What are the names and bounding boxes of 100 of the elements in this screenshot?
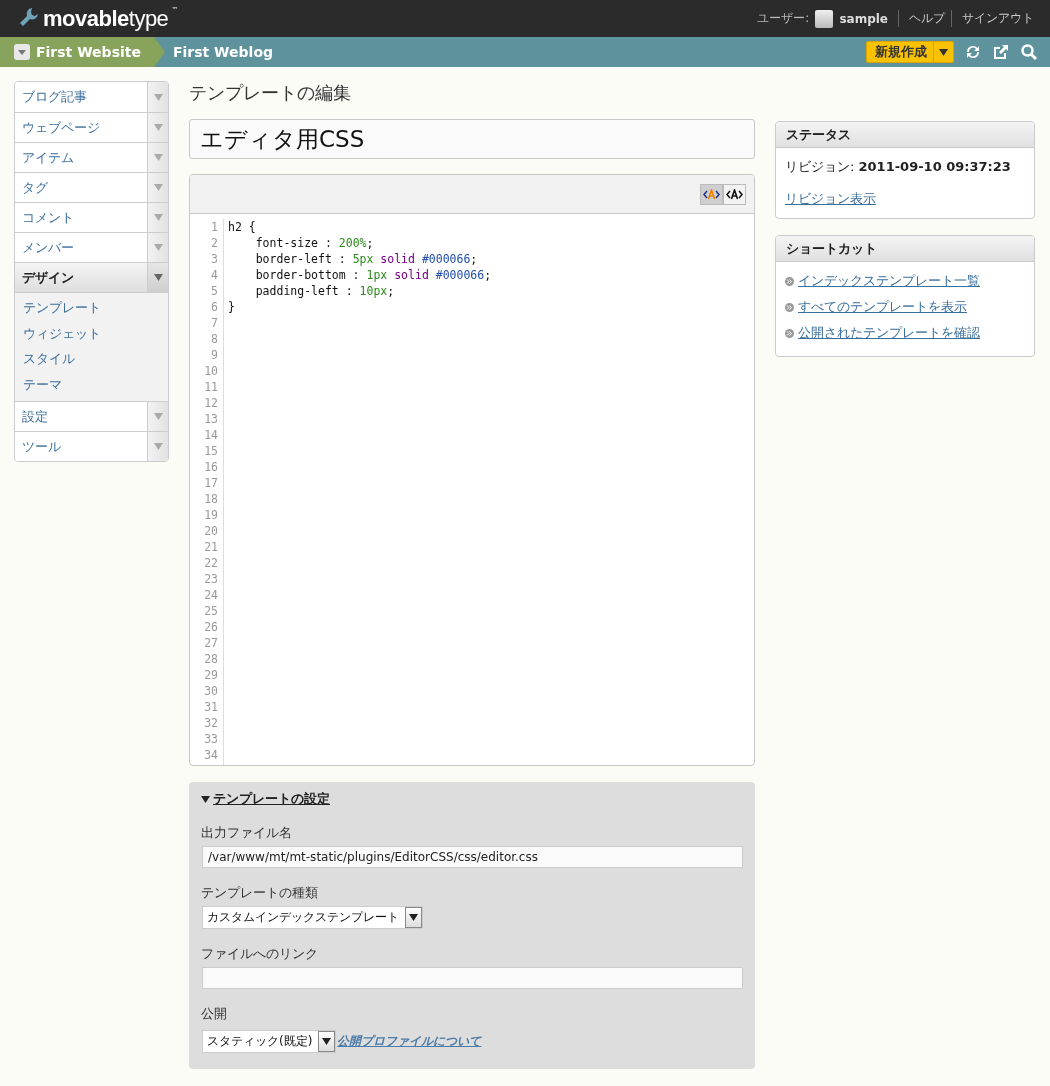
line-number: 31 xyxy=(203,699,218,715)
expand-toggle[interactable] xyxy=(147,113,168,142)
line-number: 4 xyxy=(210,267,218,283)
line-number: 5 xyxy=(210,283,218,299)
caret-icon xyxy=(153,93,163,101)
line-number: 12 xyxy=(203,395,218,411)
caret-icon xyxy=(153,154,163,161)
editor-mode-button[interactable] xyxy=(723,183,746,205)
sidebar-item[interactable]: デザイン xyxy=(15,262,168,292)
line-number: 26 xyxy=(203,619,218,635)
sidebar-item[interactable]: タグ xyxy=(15,172,168,202)
sidebar-subitem[interactable]: ウィジェット xyxy=(15,320,168,346)
line-number: 19 xyxy=(203,507,218,523)
expand-toggle[interactable] xyxy=(147,263,168,292)
logo-text: movabletype xyxy=(43,5,169,32)
bullet-icon xyxy=(785,302,794,312)
header-link[interactable]: サインアウト xyxy=(951,10,1034,27)
help-link[interactable]: 公開プロファイルについて xyxy=(337,1033,482,1050)
external-link-icon[interactable] xyxy=(992,43,1010,61)
expand-toggle[interactable] xyxy=(147,203,168,232)
file-link-field[interactable] xyxy=(202,967,743,989)
line-number: 3 xyxy=(210,251,218,267)
field-label: テンプレートの種類 xyxy=(201,884,319,902)
caret-icon xyxy=(153,443,163,450)
new-button[interactable]: 新規作成 xyxy=(866,41,954,63)
caret-icon xyxy=(153,124,163,131)
sidebar-item[interactable]: ウェブページ xyxy=(15,112,168,142)
code-line: border-left : 5px solid #000066; xyxy=(254,252,478,266)
sidebar-item[interactable]: ブログ記事 xyxy=(15,82,168,112)
wrench-icon xyxy=(18,5,40,28)
line-number: 24 xyxy=(203,587,218,603)
revision-link[interactable]: リビジョン表示 xyxy=(785,191,876,206)
expand-toggle[interactable] xyxy=(147,233,168,262)
line-number: 13 xyxy=(203,411,218,427)
caret-icon xyxy=(409,914,418,921)
sidebar-subitem[interactable]: テンプレート xyxy=(15,295,168,321)
expand-toggle[interactable] xyxy=(147,143,168,172)
sidebar-item[interactable]: ツール xyxy=(15,431,168,461)
line-number: 6 xyxy=(210,299,218,315)
expand-toggle[interactable] xyxy=(147,82,168,112)
user-name[interactable]: sample xyxy=(839,11,888,26)
line-number: 9 xyxy=(210,347,218,363)
sidebar-subitem[interactable]: テーマ xyxy=(15,371,168,397)
code-line: h2 { xyxy=(228,220,256,234)
shortcut-link[interactable]: インデックステンプレート一覧 xyxy=(798,272,980,290)
field-label: ファイルへのリンク xyxy=(201,945,319,963)
line-number: 29 xyxy=(203,667,218,683)
sidebar-item[interactable]: コメント xyxy=(15,202,168,232)
sidebar-subitem[interactable]: スタイル xyxy=(15,346,168,372)
line-number: 17 xyxy=(203,475,218,491)
output-file-field[interactable]: /var/www/mt/mt-static/plugins/EditorCSS/css/editor.css xyxy=(202,846,743,868)
bullet-icon xyxy=(785,328,794,338)
header-link[interactable]: ヘルプ xyxy=(898,10,945,27)
field-label: 公開 xyxy=(201,1005,228,1023)
template-type-select[interactable]: カスタムインデックステンプレート xyxy=(202,906,423,929)
caret-icon xyxy=(153,184,163,191)
editor-mode-button[interactable] xyxy=(700,183,723,205)
caret-icon xyxy=(153,274,163,281)
chevron-icon xyxy=(152,37,165,67)
code-line: border-bottom : 1px solid #000066; xyxy=(254,268,492,282)
line-number: 22 xyxy=(203,555,218,571)
line-number: 16 xyxy=(203,459,218,475)
field-label: 出力ファイル名 xyxy=(201,824,293,842)
line-number: 28 xyxy=(203,651,218,667)
panel-title: ショートカット xyxy=(776,236,1034,262)
caret-icon xyxy=(939,48,948,56)
blog-crumb[interactable]: First Weblog xyxy=(164,37,274,67)
line-number: 7 xyxy=(210,315,218,331)
caret-icon xyxy=(322,1038,332,1045)
line-number: 11 xyxy=(203,379,218,395)
caret-icon xyxy=(153,413,163,420)
publish-select[interactable]: スタティック(既定) xyxy=(202,1030,337,1053)
expand-toggle[interactable] xyxy=(147,402,168,431)
expand-toggle[interactable] xyxy=(147,432,168,461)
expand-toggle[interactable] xyxy=(147,173,168,202)
expanded-icon xyxy=(201,795,210,803)
refresh-icon[interactable] xyxy=(964,43,982,61)
line-number: 30 xyxy=(203,683,218,699)
search-icon[interactable] xyxy=(1020,43,1038,61)
sidebar-item[interactable]: 設定 xyxy=(15,401,168,431)
line-number: 33 xyxy=(203,731,218,747)
template-name-field[interactable]: エディタ用CSS xyxy=(189,119,755,159)
user-label: ユーザー: xyxy=(757,10,810,27)
sidebar-item[interactable]: アイテム xyxy=(15,142,168,172)
line-number: 18 xyxy=(203,491,218,507)
code-line: padding-left : 10px; xyxy=(254,284,395,298)
line-number: 8 xyxy=(210,331,218,347)
code-line: } xyxy=(228,300,235,314)
shortcut-link[interactable]: 公開されたテンプレートを確認 xyxy=(798,324,980,342)
line-number: 2 xyxy=(210,235,218,251)
line-number: 1 xyxy=(210,219,218,235)
sidebar-item[interactable]: メンバー xyxy=(15,232,168,262)
settings-toggle[interactable]: テンプレートの設定 xyxy=(201,790,743,808)
dropdown-icon[interactable] xyxy=(14,44,30,60)
line-number: 20 xyxy=(203,523,218,539)
line-number: 25 xyxy=(203,603,218,619)
shortcut-link[interactable]: すべてのテンプレートを表示 xyxy=(798,298,967,316)
panel-title: ステータス xyxy=(776,122,1034,148)
revision-text: リビジョン: 2011-09-10 09:37:23 xyxy=(785,158,1012,176)
code-line: font-size : 200%; xyxy=(254,236,374,250)
